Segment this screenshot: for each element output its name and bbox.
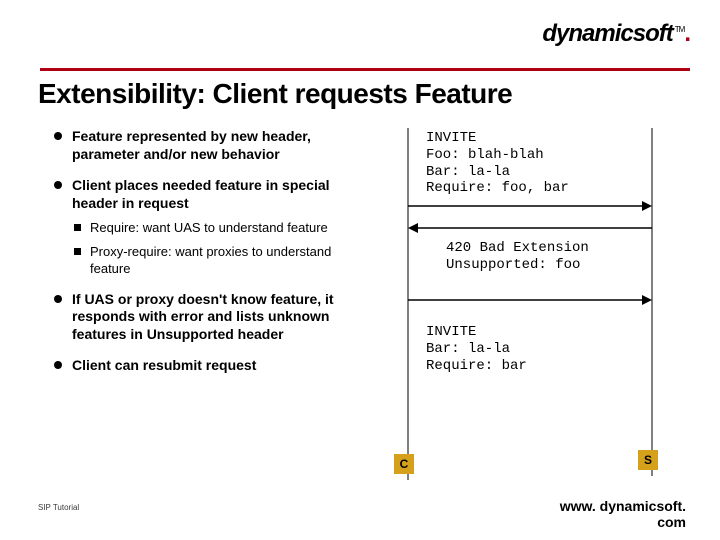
- logo-text: dynamicsoft: [542, 20, 672, 47]
- message-arrows: [364, 128, 680, 488]
- header: dynamicsoftTM.: [40, 0, 690, 68]
- bullet-item: If UAS or proxy doesn't know feature, it…: [54, 291, 364, 344]
- left-column: Feature represented by new header, param…: [54, 128, 364, 490]
- logo: dynamicsoftTM.: [542, 20, 690, 48]
- bullet-text: Feature represented by new header, param…: [72, 128, 311, 162]
- endpoint-client: C: [394, 454, 414, 474]
- bullet-text: Client places needed feature in special …: [72, 177, 330, 211]
- footer-left: SIP Tutorial: [38, 503, 79, 512]
- bullet-item: Client places needed feature in special …: [54, 177, 364, 277]
- bullet-item: Client can resubmit request: [54, 357, 364, 375]
- body: Feature represented by new header, param…: [54, 128, 680, 490]
- header-rule: [40, 68, 690, 71]
- bullet-text: Client can resubmit request: [72, 357, 256, 373]
- slide-title: Extensibility: Client requests Feature: [38, 78, 512, 110]
- endpoint-server: S: [638, 450, 658, 470]
- right-column: INVITE Foo: blah-blah Bar: la-la Require…: [364, 128, 680, 490]
- sub-item: Require: want UAS to understand feature: [72, 220, 364, 236]
- footer-right: www. dynamicsoft. com: [560, 498, 686, 530]
- logo-tm: TM: [675, 25, 685, 34]
- bullet-item: Feature represented by new header, param…: [54, 128, 364, 163]
- bullet-text: If UAS or proxy doesn't know feature, it…: [72, 291, 334, 342]
- bullet-list: Feature represented by new header, param…: [54, 128, 364, 375]
- logo-dot: .: [684, 20, 690, 47]
- sub-list: Require: want UAS to understand feature …: [72, 220, 364, 277]
- sub-item: Proxy-require: want proxies to understan…: [72, 244, 364, 277]
- slide: dynamicsoftTM. Extensibility: Client req…: [0, 0, 720, 540]
- footer-url-1: www. dynamicsoft.: [560, 498, 686, 514]
- footer-url-2: com: [657, 514, 686, 530]
